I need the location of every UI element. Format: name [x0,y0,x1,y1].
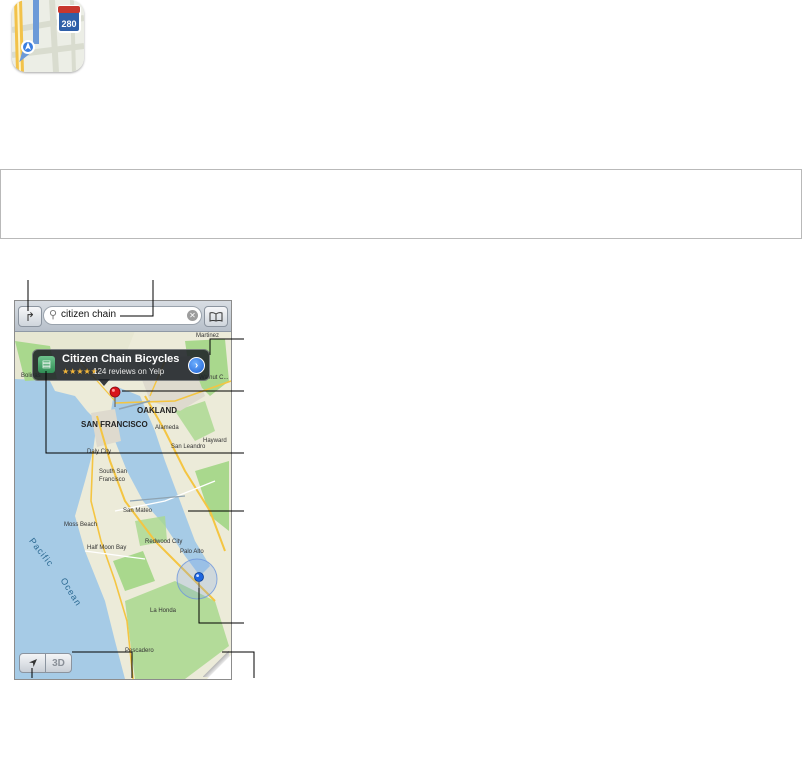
blue-pin-icon[interactable] [194,572,204,582]
map-label-daly-city: Daly City [87,449,112,455]
directions-button[interactable]: ↱ [18,306,42,327]
clear-icon[interactable]: ✕ [187,310,198,321]
map-label-redwood-city: Redwood City [145,539,183,545]
map-label-alameda: Alameda [155,425,179,431]
bookmarks-button[interactable] [204,306,228,327]
map-label-francisco: Francisco [99,477,126,483]
map-label-la-honda: La Honda [150,608,177,614]
map-label-san-mateo: San Mateo [123,508,153,514]
callout-title: Citizen Chain Bicycles [62,353,180,365]
search-input[interactable]: ⚲ citizen chain ✕ [43,306,202,325]
search-input-value: citizen chain [61,309,117,320]
highway-shield-label: 280 [61,19,76,29]
map-label-half-moon-bay: Half Moon Bay [87,545,127,551]
callout-pointer [98,379,110,386]
location-callout[interactable]: ▤ Citizen Chain Bicycles ★★★★★ 124 revie… [32,349,210,381]
map-label-pescadero: Pescadero [125,648,154,654]
map-label-hayward: Hayward [203,438,227,444]
search-bar: ↱ ⚲ citizen chain ✕ [15,301,231,332]
review-count: 124 reviews on Yelp [93,367,165,376]
map-label-san-francisco: SAN FRANCISCO [81,420,148,429]
maps-screen: Martinez Walnut C... Bolinas OAKLAND SAN… [14,300,232,680]
search-icon: ⚲ [49,309,58,321]
turn-arrow-icon: ↱ [24,309,36,324]
info-chevron-icon[interactable]: › [188,357,205,374]
map-label-moss-beach: Moss Beach [64,522,98,528]
page-curl-corner [207,655,231,679]
map-label-palo-alto: Palo Alto [180,549,204,555]
current-location-button[interactable] [19,653,46,673]
note-box [0,169,802,239]
book-icon [209,311,223,322]
location-arrow-icon [28,659,37,667]
map-label-san-leandro: San Leandro [171,444,206,450]
maps-app-icon-graphic: 280 [12,0,84,72]
business-car-icon[interactable]: ▤ [38,356,55,373]
3d-button[interactable]: 3D [45,653,72,673]
maps-app-icon: 280 [12,0,84,72]
red-pin-icon[interactable] [109,386,121,398]
map-label-oakland: OAKLAND [137,406,177,415]
map-label-martinez: Martinez [196,333,220,339]
map-label-south-sf: South San [99,469,128,475]
